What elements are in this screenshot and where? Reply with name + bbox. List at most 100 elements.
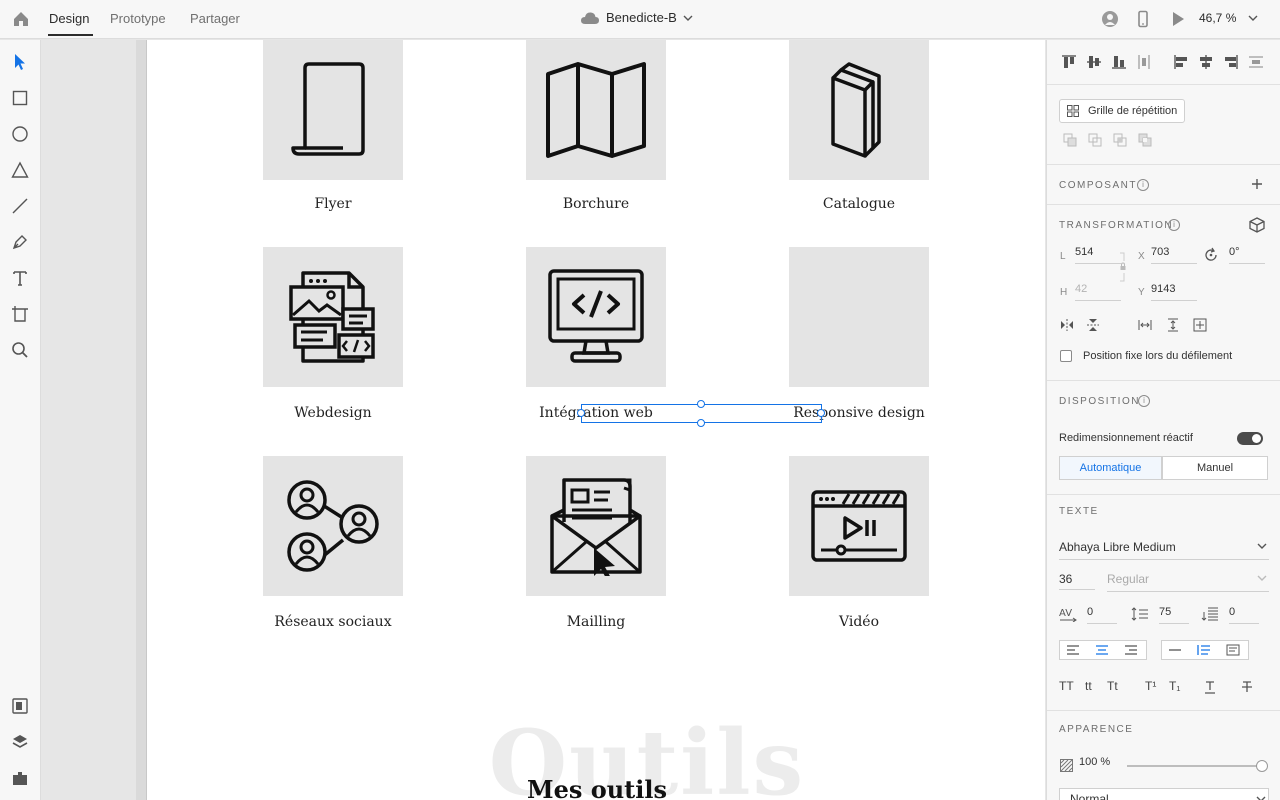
auto-height-text-icon[interactable] (1197, 644, 1211, 656)
y-position-field[interactable]: 9143 (1151, 283, 1197, 301)
service-label[interactable]: Flyer (233, 196, 433, 212)
line-tool-icon[interactable] (11, 197, 29, 215)
add-shapes-icon[interactable] (1063, 133, 1078, 148)
font-family-select[interactable]: Abhaya Libre Medium (1059, 540, 1269, 560)
repeat-grid-button[interactable]: Grille de répétition (1059, 99, 1185, 123)
user-share-icon[interactable] (1101, 10, 1119, 28)
responsive-resize-toggle[interactable] (1237, 432, 1263, 445)
resize-handle-left[interactable] (577, 409, 585, 417)
align-top-icon[interactable] (1061, 54, 1077, 70)
paragraph-spacing-field[interactable]: 0 (1229, 606, 1259, 624)
layers-panel-icon[interactable] (11, 733, 29, 751)
service-tile-web-integration[interactable] (526, 247, 666, 387)
opacity-slider-track[interactable] (1127, 765, 1263, 767)
align-right-icon[interactable] (1223, 54, 1239, 70)
line-spacing-field[interactable]: 75 (1159, 606, 1189, 624)
height-field[interactable]: 42 (1075, 283, 1121, 301)
text-align-left-icon[interactable] (1066, 644, 1080, 656)
service-tile-flyer[interactable] (263, 40, 403, 180)
fixed-size-text-icon[interactable] (1226, 644, 1240, 656)
align-bottom-icon[interactable] (1111, 54, 1127, 70)
zoom-level[interactable]: 46,7 % (1199, 11, 1236, 25)
flip-horizontal-icon[interactable] (1060, 318, 1074, 332)
service-tile-video[interactable] (789, 456, 929, 596)
mobile-preview-icon[interactable] (1134, 10, 1152, 28)
opacity-slider-thumb[interactable] (1256, 760, 1268, 772)
text-align-center-icon[interactable] (1095, 644, 1109, 656)
underline-icon[interactable] (1203, 680, 1217, 694)
service-label[interactable]: Vidéo (759, 614, 959, 630)
resize-mode-auto[interactable]: Automatique (1059, 456, 1162, 480)
text-tool-icon[interactable] (11, 269, 29, 287)
service-label[interactable]: Webdesign (233, 405, 433, 421)
artboard-tool-icon[interactable] (11, 305, 29, 323)
fixed-height-icon[interactable] (1166, 318, 1180, 332)
service-tile-mailing[interactable] (526, 456, 666, 596)
fixed-width-icon[interactable] (1138, 318, 1152, 332)
point-text-icon[interactable] (1168, 644, 1182, 656)
align-center-icon[interactable] (1198, 54, 1214, 70)
service-label[interactable]: Mailling (496, 614, 696, 630)
rectangle-tool-icon[interactable] (11, 89, 29, 107)
lowercase-button[interactable]: tt (1085, 679, 1092, 693)
info-icon[interactable]: i (1168, 219, 1180, 231)
pin-center-icon[interactable] (1193, 318, 1207, 332)
x-position-field[interactable]: 703 (1151, 246, 1197, 264)
service-tile-responsive-design[interactable] (789, 247, 929, 387)
strikethrough-icon[interactable] (1240, 680, 1254, 694)
service-tile-catalogue[interactable] (789, 40, 929, 180)
ellipse-tool-icon[interactable] (11, 125, 29, 143)
fixed-position-checkbox[interactable] (1060, 350, 1072, 362)
rotation-field[interactable]: 0° (1229, 246, 1265, 264)
info-icon[interactable]: i (1137, 179, 1149, 191)
zoom-tool-icon[interactable] (11, 341, 29, 359)
service-tile-brochure[interactable] (526, 40, 666, 180)
tab-prototype[interactable]: Prototype (110, 11, 166, 26)
distribute-horizontal-icon[interactable] (1248, 54, 1264, 70)
section-heading[interactable]: Mes outils (477, 775, 717, 800)
align-middle-icon[interactable] (1086, 54, 1102, 70)
add-component-icon[interactable] (1251, 178, 1263, 190)
resize-handle-right[interactable] (817, 409, 825, 417)
align-left-icon[interactable] (1173, 54, 1189, 70)
opacity-field[interactable]: 100 % (1079, 756, 1119, 774)
service-tile-webdesign[interactable] (263, 247, 403, 387)
assets-panel-icon[interactable] (11, 697, 29, 715)
uppercase-button[interactable]: TT (1059, 679, 1074, 693)
polygon-tool-icon[interactable] (11, 161, 29, 179)
subscript-button[interactable]: T₁ (1169, 679, 1180, 693)
home-icon[interactable] (12, 10, 30, 28)
info-icon[interactable]: i (1138, 395, 1150, 407)
artboard[interactable]: Flyer Borchure Catalogue Webdesign Respo… (146, 40, 1045, 800)
lock-proportions-icon[interactable] (1119, 252, 1127, 282)
zoom-chevron-down-icon[interactable] (1248, 13, 1258, 23)
intersect-shapes-icon[interactable] (1113, 133, 1128, 148)
pen-tool-icon[interactable] (11, 233, 29, 251)
superscript-button[interactable]: T¹ (1145, 679, 1156, 693)
document-title-menu[interactable]: Benedicte-B (580, 10, 693, 25)
text-align-right-icon[interactable] (1124, 644, 1138, 656)
width-field[interactable]: 514 (1075, 246, 1121, 264)
resize-mode-manual[interactable]: Manuel (1162, 456, 1268, 480)
character-spacing-field[interactable]: 0 (1087, 606, 1117, 624)
font-size-field[interactable]: 36 (1059, 572, 1095, 590)
flip-vertical-icon[interactable] (1086, 318, 1100, 332)
service-label[interactable]: Réseaux sociaux (233, 614, 433, 630)
resize-handle-top[interactable] (697, 400, 705, 408)
blend-mode-select[interactable]: Normal (1059, 788, 1269, 800)
font-weight-select[interactable]: Regular (1107, 572, 1269, 592)
plugins-panel-icon[interactable] (11, 769, 29, 787)
exclude-shapes-icon[interactable] (1138, 133, 1153, 148)
subtract-shapes-icon[interactable] (1088, 133, 1103, 148)
service-label[interactable]: Borchure (496, 196, 696, 212)
3d-transform-icon[interactable] (1249, 217, 1265, 233)
select-arrow-icon[interactable] (11, 53, 29, 71)
tab-share[interactable]: Partager (190, 11, 240, 26)
service-label[interactable]: Catalogue (759, 196, 959, 212)
distribute-vertical-icon[interactable] (1136, 54, 1152, 70)
resize-handle-bottom[interactable] (697, 419, 705, 427)
play-icon[interactable] (1169, 10, 1187, 28)
design-canvas[interactable]: Flyer Borchure Catalogue Webdesign Respo… (41, 40, 1045, 800)
service-tile-social-networks[interactable] (263, 456, 403, 596)
titlecase-button[interactable]: Tt (1107, 679, 1118, 693)
